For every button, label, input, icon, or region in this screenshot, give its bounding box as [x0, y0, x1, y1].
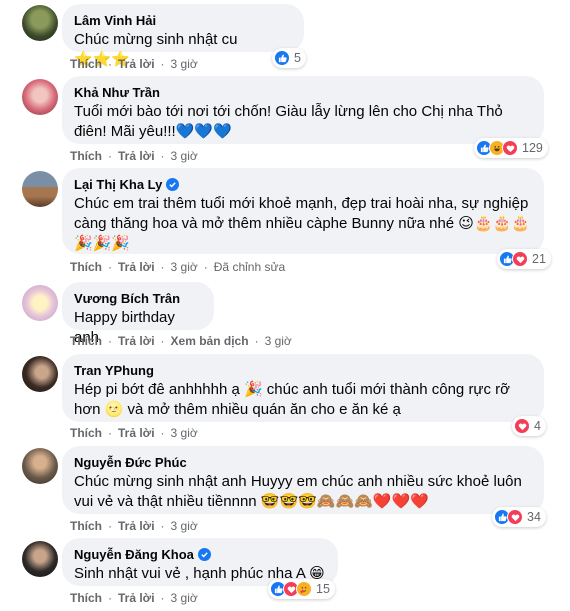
like-button[interactable]: Thích	[70, 519, 102, 533]
reaction-count: 129	[522, 141, 543, 155]
reaction-count: 15	[316, 582, 330, 596]
like-button[interactable]: Thích	[70, 260, 102, 274]
avatar[interactable]	[22, 448, 58, 484]
avatar[interactable]	[22, 356, 58, 392]
reaction-summary[interactable]: 34	[492, 507, 546, 527]
reply-button[interactable]: Trả lời	[118, 591, 155, 605]
reply-button[interactable]: Trả lời	[118, 519, 155, 533]
reaction-summary[interactable]: 4	[512, 416, 546, 436]
like-button[interactable]: Thích	[70, 149, 102, 163]
avatar[interactable]	[22, 171, 58, 207]
commenter-name[interactable]: Nguyễn Đăng Khoa	[74, 546, 194, 563]
comment-bubble: Vương Bích Trân Happy birthday anh	[62, 282, 214, 346]
reaction-summary[interactable]: 5	[272, 48, 306, 68]
verified-badge-icon	[166, 178, 180, 191]
reply-button[interactable]: Trả lời	[118, 334, 155, 348]
reply-button[interactable]: Trả lời	[118, 149, 155, 163]
comment-time[interactable]: 3 giờ	[265, 334, 292, 348]
reaction-count: 21	[532, 252, 546, 266]
reply-button[interactable]: Trả lời	[118, 57, 155, 71]
like-button[interactable]: Thích	[70, 334, 102, 348]
comment-actions: Thích · Trả lời · 3 giờ · Đã chỉnh sửa	[70, 260, 286, 274]
reply-button[interactable]: Trả lời	[118, 426, 155, 440]
comment-bubble: Nguyễn Đức Phúc Chúc mừng sinh nhật anh …	[62, 446, 544, 514]
comment-time[interactable]: 3 giờ	[171, 519, 198, 533]
commenter-name[interactable]: Tran YPhung	[74, 362, 154, 379]
love-reaction-icon	[514, 418, 530, 434]
comment-bubble: Khả Như Trần Tuổi mới bào tới nơi tới ch…	[62, 76, 544, 144]
edited-label[interactable]: Đã chỉnh sửa	[214, 260, 285, 274]
comment-text: Tuổi mới bào tới nơi tới chốn! Giàu lẫy …	[74, 103, 503, 140]
love-reaction-icon	[507, 509, 523, 525]
comment-actions: Thích · Trả lời · Xem bản dịch · 3 giờ	[70, 334, 292, 348]
comment-actions: Thích · Trả lời · 3 giờ	[70, 57, 198, 71]
comment-text: Chúc mừng sinh nhật anh Huyyy em chúc an…	[74, 473, 522, 510]
reaction-count: 34	[527, 510, 541, 524]
avatar[interactable]	[22, 79, 58, 115]
reaction-count: 4	[534, 419, 541, 433]
commenter-name[interactable]: Lại Thị Kha Ly	[74, 176, 162, 193]
reaction-summary[interactable]: 21	[497, 249, 551, 269]
like-reaction-icon	[274, 50, 290, 66]
reaction-count: 5	[294, 51, 301, 65]
love-reaction-icon	[512, 251, 528, 267]
love-reaction-icon	[502, 140, 518, 156]
like-button[interactable]: Thích	[70, 426, 102, 440]
like-button[interactable]: Thích	[70, 591, 102, 605]
comment-actions: Thích · Trả lời · 3 giờ	[70, 149, 198, 163]
reaction-summary[interactable]: 129	[474, 138, 548, 158]
comment-time[interactable]: 3 giờ	[171, 57, 198, 71]
comment-text: Chúc em trai thêm tuổi mới khoẻ mạnh, đẹ…	[74, 195, 530, 252]
translate-button[interactable]: Xem bản dịch	[171, 334, 249, 348]
avatar[interactable]	[22, 285, 58, 321]
like-button[interactable]: Thích	[70, 57, 102, 71]
commenter-name[interactable]: Lâm Vinh Hải	[74, 12, 156, 29]
comment-bubble: Lâm Vinh Hải Chúc mừng sinh nhật cu ⭐⭐⭐	[62, 4, 304, 68]
commenter-name[interactable]: Vương Bích Trân	[74, 290, 180, 307]
reaction-summary[interactable]: 15	[268, 579, 335, 599]
comment-time[interactable]: 3 giờ	[171, 149, 198, 163]
comment-time[interactable]: 3 giờ	[171, 426, 198, 440]
commenter-name[interactable]: Nguyễn Đức Phúc	[74, 454, 187, 471]
comment-actions: Thích · Trả lời · 3 giờ	[70, 591, 198, 605]
care-reaction-icon	[296, 581, 312, 597]
comment-time[interactable]: 3 giờ	[171, 591, 198, 605]
reply-button[interactable]: Trả lời	[118, 260, 155, 274]
verified-badge-icon	[197, 548, 211, 561]
avatar[interactable]	[22, 541, 58, 577]
avatar[interactable]	[22, 5, 58, 41]
comment-bubble: Lại Thị Kha Ly Chúc em trai thêm tuổi mớ…	[62, 168, 544, 254]
comment-time[interactable]: 3 giờ	[171, 260, 198, 274]
comment-actions: Thích · Trả lời · 3 giờ	[70, 426, 198, 440]
comment-text: Hép pi bớt đê anhhhhh ạ 🎉 chúc anh tuổi …	[74, 381, 510, 418]
commenter-name[interactable]: Khả Như Trần	[74, 84, 160, 101]
comment-bubble: Tran YPhung Hép pi bớt đê anhhhhh ạ 🎉 ch…	[62, 354, 544, 422]
comment-actions: Thích · Trả lời · 3 giờ	[70, 519, 198, 533]
